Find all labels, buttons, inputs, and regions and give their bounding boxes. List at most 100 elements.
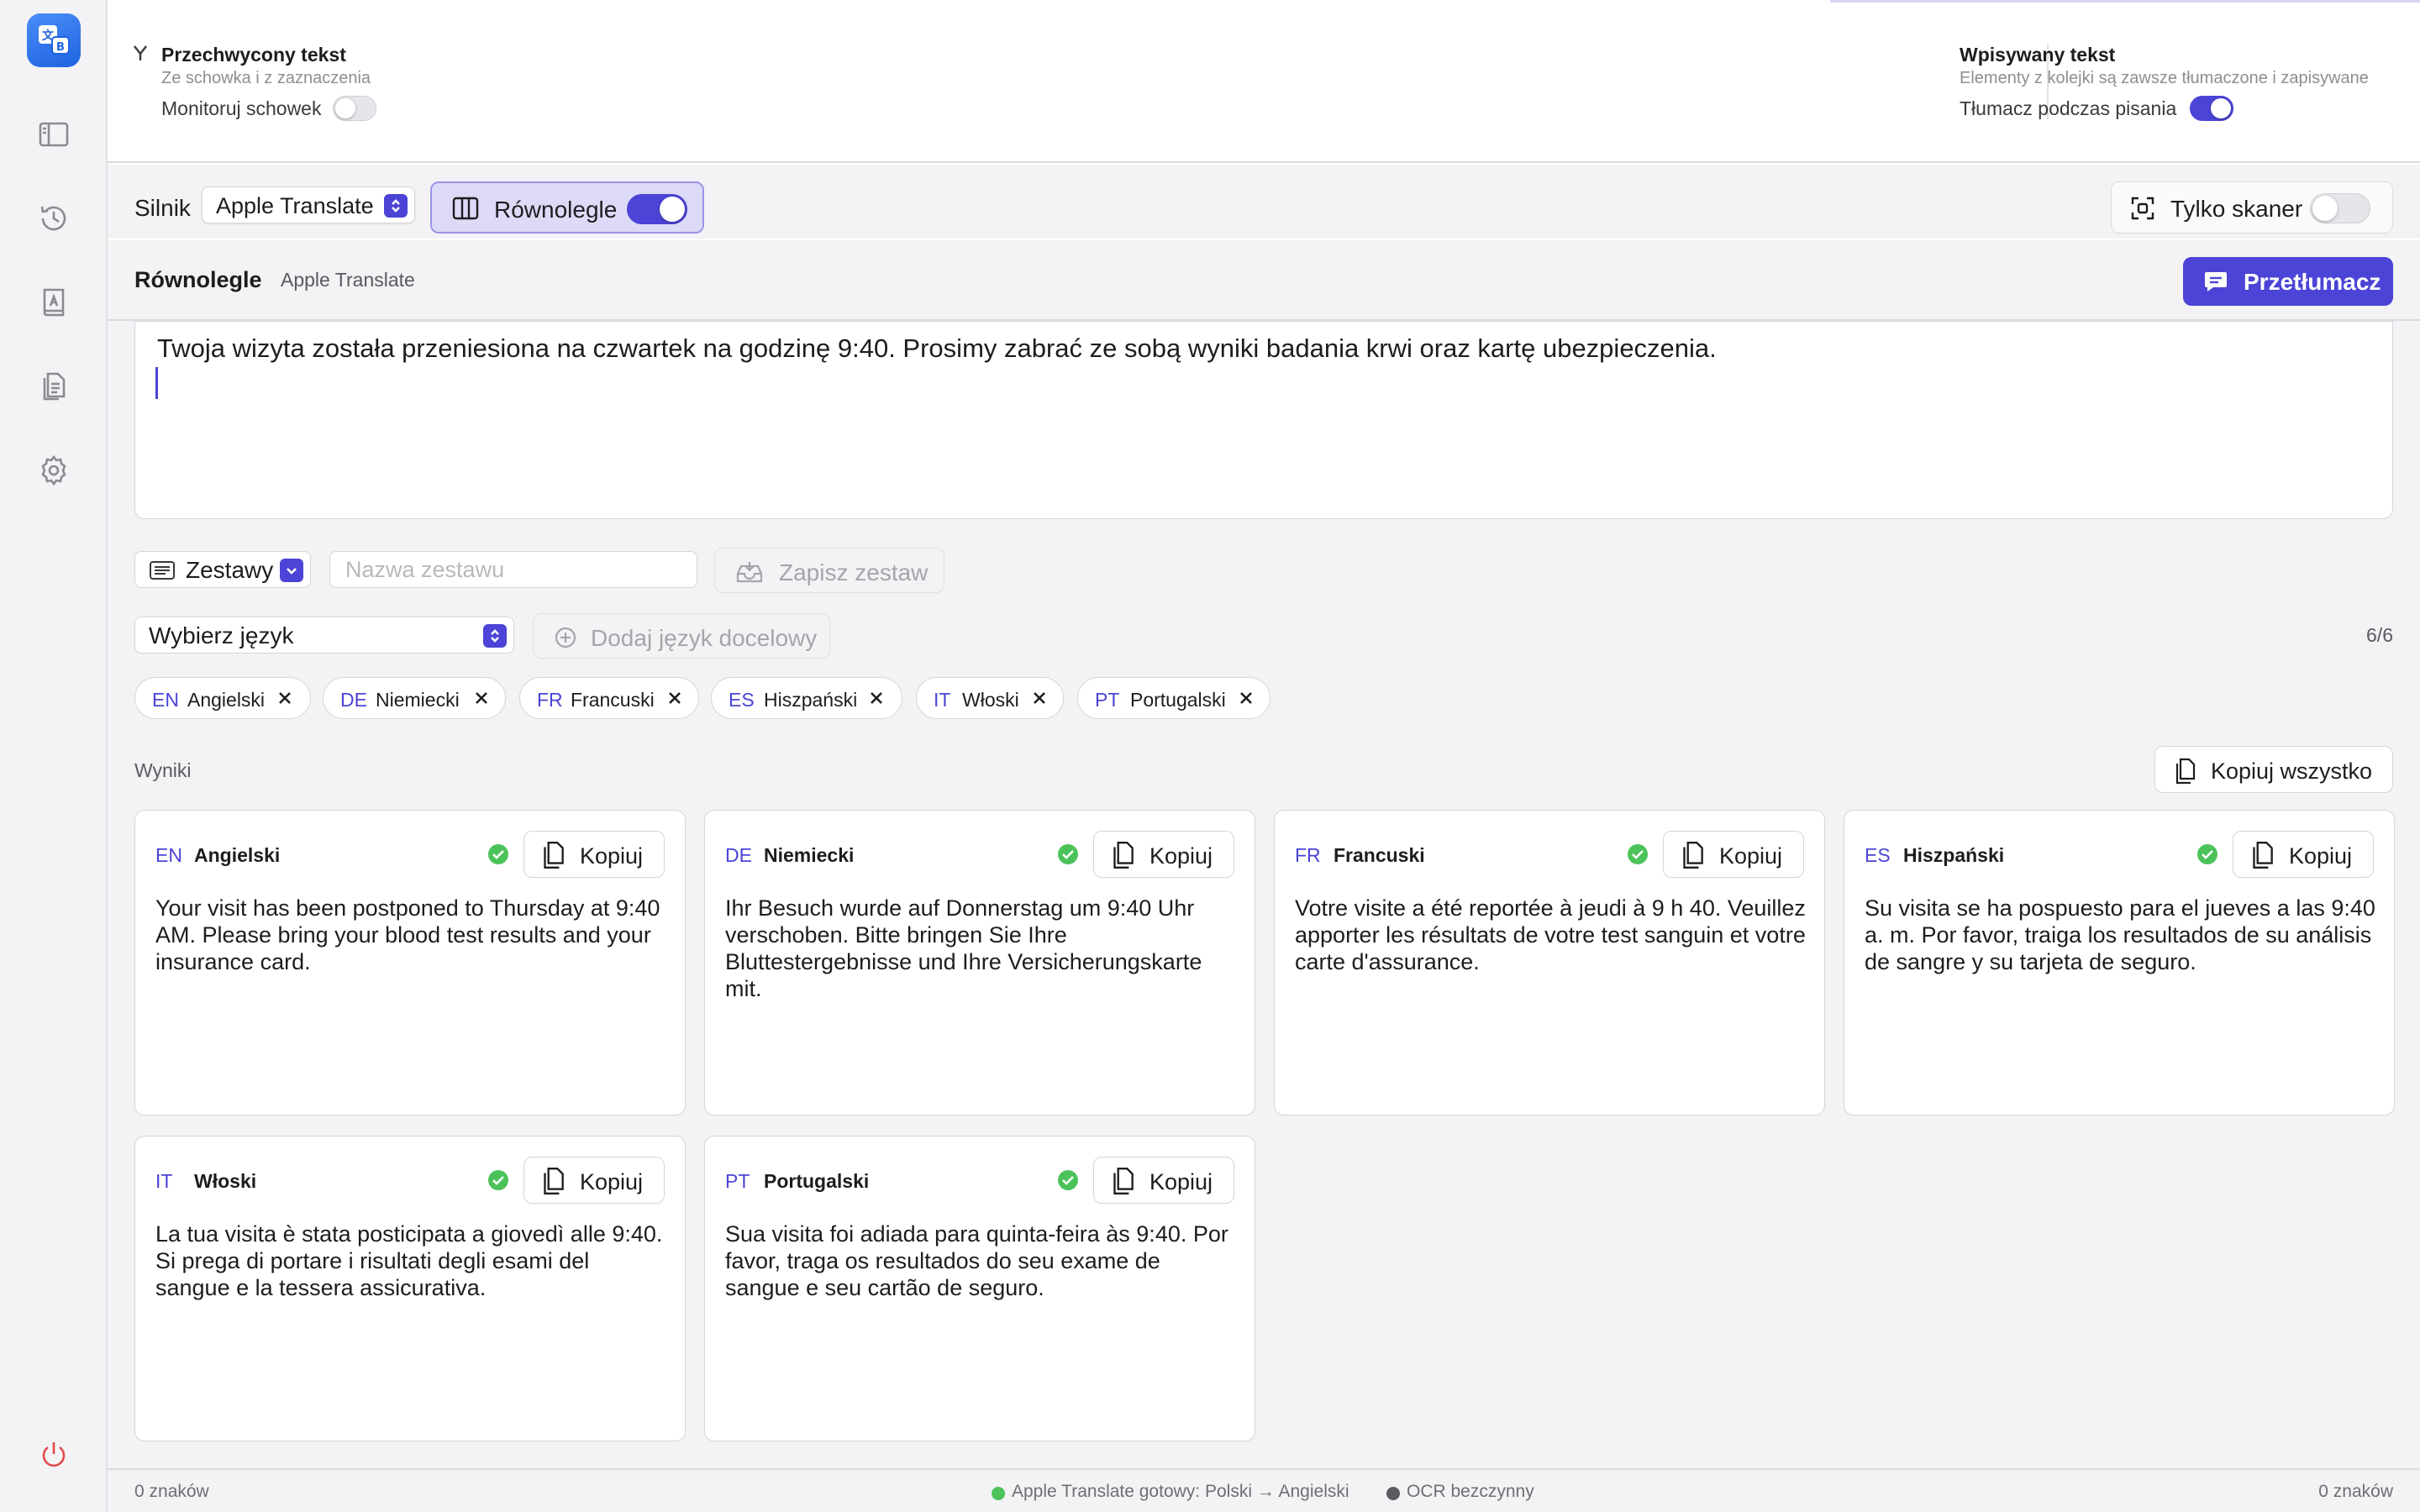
card-language-name: Angielski <box>194 844 281 866</box>
capture-header: Przechwycony tekst Ze schowka i z zaznac… <box>108 0 2420 163</box>
card-code: DE <box>725 844 752 866</box>
chip-name: Portugalski <box>1130 689 1226 711</box>
engine-status-dot-icon <box>992 1487 1005 1500</box>
copy-button[interactable]: Kopiuj <box>523 1157 665 1204</box>
parallel-mode-label: Równolegle <box>494 197 618 223</box>
parallel-mode-button[interactable]: Równolegle <box>430 181 704 234</box>
translation-text: Votre visite a été reportée à jeudi à 9 … <box>1295 895 1806 974</box>
translation-text: La tua visita è stata posticipata a giov… <box>155 1221 663 1300</box>
copy-button[interactable]: Kopiuj <box>2233 831 2374 878</box>
dictionary-icon[interactable] <box>34 282 74 323</box>
remove-x-icon[interactable] <box>1238 690 1255 706</box>
message-icon <box>2205 272 2227 291</box>
results-label: Wyniki <box>134 759 192 781</box>
card-code: EN <box>155 844 182 866</box>
monitor-clipboard-toggle[interactable] <box>333 96 376 121</box>
result-card-de: DE Niemiecki Kopiuj Ihr Besuch wurde auf… <box>704 810 1255 1116</box>
copy-all-button[interactable]: Kopiuj wszystko <box>2154 746 2393 793</box>
history-icon[interactable] <box>34 198 74 239</box>
plus-circle-icon <box>555 627 576 648</box>
copy-button-label: Kopiuj <box>2289 843 2353 869</box>
clipboard-section-title: Przechwycony tekst <box>161 44 346 66</box>
card-language-name: Hiszpański <box>1903 844 2005 866</box>
sidebar-toggle-icon[interactable] <box>34 114 74 155</box>
card-code: FR <box>1295 844 1321 866</box>
translation-text: Ihr Besuch wurde auf Donnerstag um 9:40 … <box>725 895 1202 1001</box>
save-set-label: Zapisz zestaw <box>779 559 929 585</box>
translate-while-typing-toggle[interactable] <box>2190 96 2233 121</box>
sets-menu-label: Zestawy <box>186 557 274 583</box>
ocr-status-dot-icon <box>1386 1487 1400 1500</box>
monitor-clipboard-label: Monitoruj schowek <box>161 97 322 119</box>
card-code: IT <box>155 1170 173 1192</box>
language-chip-fr: FR Francuski <box>519 677 699 719</box>
copy-button-label: Kopiuj <box>1150 843 1213 869</box>
typing-section-title: Wpisywany tekst <box>1960 44 2116 66</box>
source-text-area[interactable]: Twoja wizyta została przeniesiona na czw… <box>134 321 2393 519</box>
translate-while-typing-label: Tłumacz podczas pisania <box>1960 97 2177 119</box>
result-card-pt: PT Portugalski Kopiuj Sua visita foi adi… <box>704 1136 1255 1441</box>
copy-button[interactable]: Kopiuj <box>1093 1157 1234 1204</box>
source-text: Twoja wizyta została przeniesiona na czw… <box>157 333 1717 363</box>
card-code: ES <box>1865 844 1891 866</box>
power-icon[interactable] <box>34 1435 74 1475</box>
copy-icon <box>544 1168 564 1194</box>
copy-icon <box>544 842 564 869</box>
result-card-es: ES Hiszpański Kopiuj Su visita se ha pos… <box>1844 810 2395 1116</box>
parallel-mode-toggle[interactable] <box>627 194 687 224</box>
copy-icon <box>2175 758 2196 785</box>
translation-text: Sua visita foi adiada para quinta-feira … <box>725 1221 1228 1300</box>
chip-code: IT <box>934 689 951 711</box>
sets-menu-button[interactable]: Zestawy <box>134 551 311 588</box>
set-name-input[interactable] <box>329 551 697 588</box>
language-select[interactable]: Wybierz język <box>134 617 514 654</box>
translate-button-label: Przetłumacz <box>2244 269 2381 295</box>
svg-text:B: B <box>56 41 65 54</box>
save-set-button[interactable]: Zapisz zestaw <box>714 548 944 593</box>
add-target-language-label: Dodaj język docelowy <box>591 625 818 651</box>
chip-code: ES <box>729 689 755 711</box>
copy-icon <box>1113 1168 1134 1194</box>
engine-status: Apple Translate gotowy: Polski → Angiels… <box>1012 1482 1349 1501</box>
copy-button-label: Kopiuj <box>1719 843 1783 869</box>
top-accent-bar <box>1830 0 2420 3</box>
remove-x-icon[interactable] <box>276 690 293 706</box>
copy-button[interactable]: Kopiuj <box>1663 831 1804 878</box>
remove-x-icon[interactable] <box>473 690 490 706</box>
check-circle-icon <box>1058 1170 1078 1190</box>
chevron-updown-icon <box>483 624 507 648</box>
app-logo-icon[interactable]: 文 B <box>27 13 81 67</box>
chip-name: Hiszpański <box>764 689 858 711</box>
chip-name: Niemiecki <box>376 689 460 711</box>
copy-icon <box>2253 842 2273 869</box>
engine-label: Silnik <box>134 195 191 221</box>
remove-x-icon[interactable] <box>666 690 683 706</box>
scanner-only-control: Tylko skaner <box>2111 181 2393 234</box>
card-language-name: Niemiecki <box>764 844 855 866</box>
scanner-only-toggle[interactable] <box>2310 193 2370 223</box>
source-char-count: 0 znaków <box>134 1482 209 1501</box>
add-target-language-button[interactable]: Dodaj język docelowy <box>533 613 830 659</box>
copy-icon <box>1683 842 1703 869</box>
language-chip-de: DE Niemiecki <box>323 677 506 719</box>
settings-icon[interactable] <box>34 450 74 491</box>
documents-icon[interactable] <box>34 366 74 407</box>
copy-button[interactable]: Kopiuj <box>1093 831 1234 878</box>
card-language-name: Portugalski <box>764 1170 870 1192</box>
engine-select[interactable]: Apple Translate <box>202 186 415 223</box>
status-bar: 0 znaków Apple Translate gotowy: Polski … <box>108 1468 2420 1512</box>
copy-icon <box>1113 842 1134 869</box>
translate-button[interactable]: Przetłumacz <box>2183 257 2393 306</box>
engine-select-value: Apple Translate <box>216 193 374 218</box>
copy-button-label: Kopiuj <box>580 843 644 869</box>
remove-x-icon[interactable] <box>1031 690 1048 706</box>
translation-section-header: Równolegle Apple Translate Przetłumacz <box>108 240 2420 321</box>
check-circle-icon <box>2197 844 2217 864</box>
language-chip-en: EN Angielski <box>134 677 311 719</box>
copy-button-label: Kopiuj <box>580 1169 644 1194</box>
tray-download-icon <box>736 562 763 583</box>
translation-text: Su visita se ha pospuesto para el jueves… <box>1865 895 2375 974</box>
remove-x-icon[interactable] <box>868 690 885 706</box>
copy-button[interactable]: Kopiuj <box>523 831 665 878</box>
language-count: 6/6 <box>2366 624 2393 646</box>
